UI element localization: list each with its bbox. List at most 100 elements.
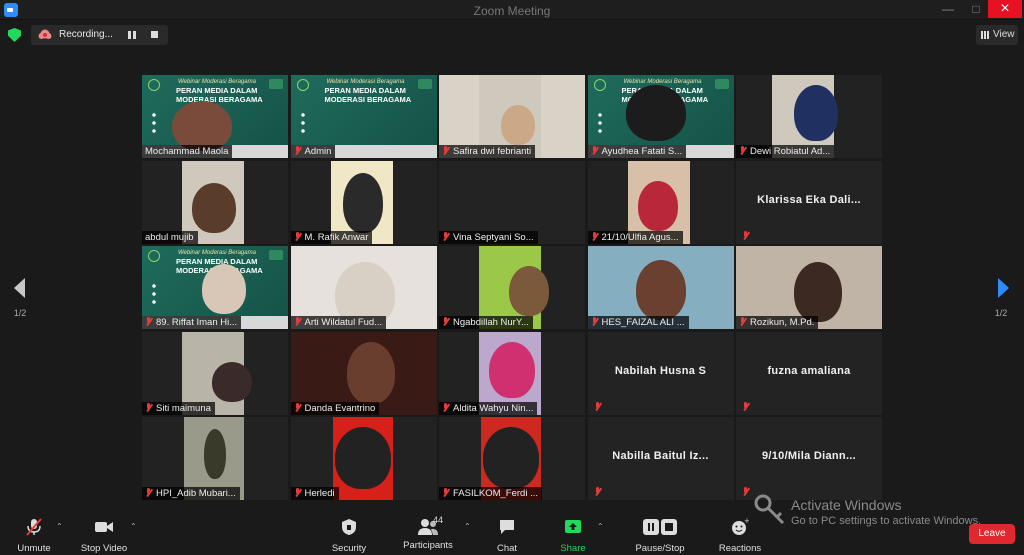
participant-tile[interactable]: Danda Evantrino bbox=[290, 331, 437, 415]
participant-tile[interactable]: 9/10/Mila Diann... bbox=[736, 417, 882, 500]
participant-video bbox=[794, 85, 838, 141]
share-screen-label: Share Screen bbox=[558, 543, 588, 555]
participant-tile[interactable]: Siti maimuna bbox=[142, 331, 288, 415]
participant-name: Ayudhea Fatati S... bbox=[601, 146, 683, 157]
participant-tile[interactable]: Dewi Robiatul Ad... bbox=[736, 75, 882, 158]
muted-microphone-icon bbox=[739, 317, 746, 326]
participant-name: Siti maimuna bbox=[156, 402, 211, 414]
participant-name-label: Vina Septyani So... bbox=[439, 230, 538, 244]
banner-line1: PERAN MEDIA DALAM bbox=[324, 86, 406, 95]
participant-video bbox=[204, 429, 226, 479]
participant-tile[interactable]: Nabilla Baitul Iz... bbox=[587, 417, 734, 500]
muted-microphone-icon bbox=[742, 401, 751, 411]
reactions-button[interactable]: + Reactions bbox=[718, 517, 762, 554]
minimize-button[interactable]: — bbox=[934, 0, 962, 18]
activate-windows-title: Activate Windows bbox=[791, 497, 902, 513]
stop-video-button[interactable]: Stop Video bbox=[78, 518, 130, 554]
next-page-icon[interactable] bbox=[998, 278, 1009, 298]
participant-name: Rozikun, M.Pd. bbox=[750, 317, 815, 328]
banner-subtitle: Webinar Moderasi Beragama bbox=[326, 79, 405, 85]
participants-caret-icon[interactable]: ⌃ bbox=[464, 522, 471, 531]
participant-tile[interactable]: Arti Wildatul Fud... bbox=[290, 246, 437, 329]
page-indicator-right: 1/2 bbox=[994, 308, 1008, 318]
banner-subtitle: Webinar Moderasi Beragama bbox=[178, 250, 256, 256]
participant-tile[interactable]: fuzna amaliana bbox=[736, 331, 882, 415]
video-camera-icon bbox=[95, 522, 113, 532]
participant-video bbox=[192, 182, 236, 233]
participant-name-label: Danda Evantrino bbox=[290, 401, 380, 415]
participant-name-label: Dewi Robiatul Ad... bbox=[736, 145, 835, 158]
pause-recording-icon[interactable] bbox=[128, 31, 136, 39]
muted-microphone-icon bbox=[294, 146, 301, 155]
participant-tile[interactable]: Webinar Moderasi BeragamaPERAN MEDIA DAL… bbox=[142, 75, 288, 158]
leave-button[interactable]: Leave bbox=[969, 524, 1015, 544]
banner-dots bbox=[300, 111, 305, 133]
participant-tile[interactable]: abdul mujib bbox=[142, 160, 288, 244]
participant-name-label: Ayudhea Fatati S... bbox=[587, 145, 687, 158]
participant-tile[interactable]: Webinar Moderasi BeragamaPERAN MEDIA DAL… bbox=[290, 75, 437, 158]
svg-text:+: + bbox=[744, 518, 749, 525]
participant-tile[interactable]: Rozikun, M.Pd. bbox=[736, 246, 882, 329]
participant-tile[interactable]: Webinar Moderasi BeragamaPERAN MEDIA DAL… bbox=[587, 75, 734, 158]
close-icon: × bbox=[1000, 0, 1010, 17]
participant-name-label: Rozikun, M.Pd. bbox=[736, 316, 819, 329]
video-options-caret-icon[interactable]: ⌃ bbox=[130, 522, 137, 531]
participant-name: HPI_Adib Mubari... bbox=[156, 488, 236, 499]
participant-video bbox=[635, 260, 686, 320]
unmute-button[interactable]: Unmute bbox=[14, 518, 54, 554]
participant-tile[interactable]: Safira dwi febrianti bbox=[439, 75, 585, 158]
participant-tile[interactable]: M. Rafik Anwar bbox=[290, 160, 437, 244]
participant-name: fuzna amaliana bbox=[767, 364, 851, 377]
participant-tile[interactable]: Klarissa Eka Dali... bbox=[736, 160, 882, 244]
participant-video bbox=[172, 101, 232, 151]
participant-name: M. Rafik Anwar bbox=[304, 231, 369, 243]
participant-tile[interactable]: Herledi bbox=[290, 417, 437, 500]
participant-tile[interactable]: HES_FAIZAL ALI ... bbox=[587, 246, 734, 329]
audio-options-caret-icon[interactable]: ⌃ bbox=[56, 522, 63, 531]
participant-name-label: FASILKOM_Ferdi ... bbox=[439, 487, 542, 500]
banner-title: PERAN MEDIA DALAMMODERASI BERAGAMA bbox=[325, 86, 412, 104]
muted-microphone-icon bbox=[145, 317, 152, 326]
previous-page-icon[interactable] bbox=[14, 278, 25, 298]
recording-indicator: Recording... bbox=[31, 25, 168, 45]
close-button[interactable]: × bbox=[988, 0, 1022, 18]
participant-tile[interactable]: Nabilah Husna S bbox=[587, 331, 734, 415]
muted-microphone-icon bbox=[442, 488, 449, 497]
muted-microphone-icon bbox=[294, 402, 301, 412]
view-button[interactable]: View bbox=[976, 25, 1018, 45]
share-screen-button[interactable]: Share Screen bbox=[544, 518, 602, 555]
participant-name: Aldita Wahyu Nin... bbox=[453, 402, 534, 414]
participants-count: 44 bbox=[433, 515, 444, 525]
participant-tile[interactable]: Vina Septyani So... bbox=[439, 160, 585, 244]
participant-name: Admin bbox=[304, 146, 332, 157]
muted-microphone-icon bbox=[145, 488, 152, 497]
banner-line2: MODERASI BERAGAMA bbox=[324, 95, 412, 104]
participant-name: Vina Septyani So... bbox=[453, 231, 534, 243]
stop-video-label: Stop Video bbox=[80, 543, 128, 554]
participants-label: Participants bbox=[403, 540, 453, 551]
participant-tile[interactable]: 21/10/Ulfia Agus... bbox=[587, 160, 734, 244]
participant-name-label: 89. Riffat Iman Hi... bbox=[142, 316, 242, 329]
participant-tile[interactable]: Aldita Wahyu Nin... bbox=[439, 331, 585, 415]
title-bar: Zoom Meeting — □ × bbox=[0, 0, 1024, 20]
participants-button[interactable]: 44 Participants bbox=[400, 515, 456, 551]
muted-microphone-icon bbox=[742, 230, 751, 240]
maximize-button[interactable]: □ bbox=[962, 0, 990, 18]
chat-button[interactable]: Chat bbox=[492, 518, 522, 554]
participant-name: Klarissa Eka Dali... bbox=[757, 193, 861, 206]
participant-tile[interactable]: Ngabdillah NurY... bbox=[439, 246, 585, 329]
muted-microphone-icon bbox=[294, 317, 301, 326]
participant-tile[interactable]: HPI_Adib Mubari... bbox=[142, 417, 288, 500]
participant-tile[interactable]: Webinar Moderasi BeragamaPERAN MEDIA DAL… bbox=[142, 246, 288, 329]
participant-tile[interactable]: FASILKOM_Ferdi ... bbox=[439, 417, 585, 500]
stop-recording-icon[interactable] bbox=[151, 31, 158, 38]
share-options-caret-icon[interactable]: ⌃ bbox=[597, 522, 604, 531]
participant-video bbox=[794, 262, 842, 322]
security-label: Security bbox=[331, 543, 367, 554]
page-indicator-left: 1/2 bbox=[13, 308, 27, 318]
muted-microphone-icon bbox=[739, 146, 746, 155]
security-button[interactable]: Security bbox=[328, 518, 370, 554]
pause-stop-recording-button[interactable]: Pause/Stop Recording bbox=[614, 518, 706, 555]
encryption-shield-icon[interactable] bbox=[8, 28, 21, 42]
banner-dots bbox=[152, 282, 156, 304]
